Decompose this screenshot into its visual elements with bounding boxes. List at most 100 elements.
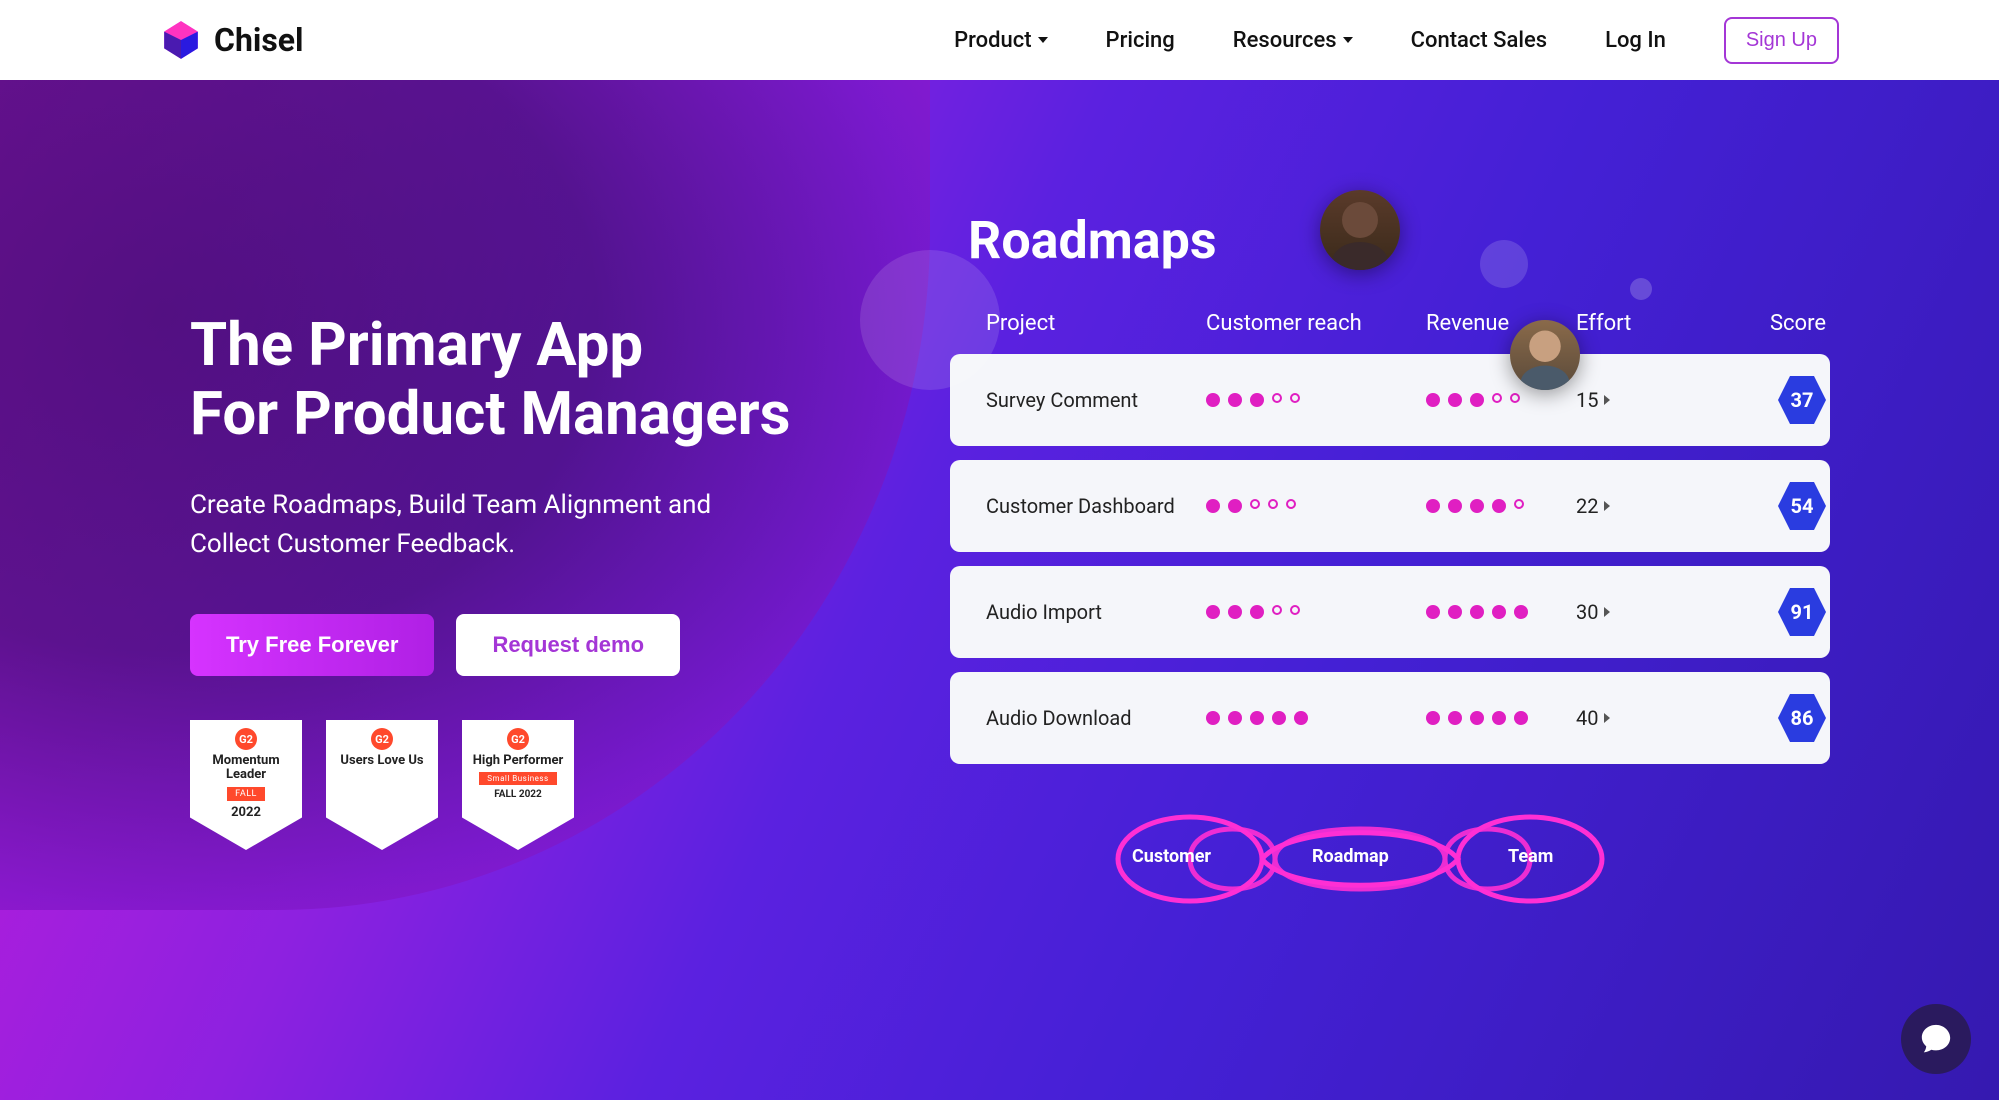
badge-momentum-leader: G2 Momentum Leader FALL 2022 — [190, 720, 302, 850]
site-header: Chisel Product Pricing Resources Contact… — [0, 0, 1999, 80]
rating-dot — [1470, 499, 1484, 513]
infinity-label-roadmap: Roadmap — [1312, 846, 1389, 867]
rating-dot — [1268, 499, 1278, 509]
cell-effort: 15 — [1576, 388, 1706, 412]
main-nav: Product Pricing Resources Contact Sales … — [954, 17, 1839, 64]
badge-year: FALL 2022 — [494, 789, 542, 800]
rating-dot — [1228, 393, 1242, 407]
col-header-effort: Effort — [1576, 311, 1706, 336]
hero-left: The Primary App For Product Managers Cre… — [190, 170, 890, 914]
rating-dot — [1426, 393, 1440, 407]
hero-subtitle: Create Roadmaps, Build Team Alignment an… — [190, 486, 790, 564]
avatar — [1510, 320, 1580, 390]
nav-product[interactable]: Product — [954, 28, 1047, 53]
rating-dot — [1206, 499, 1220, 513]
table-row[interactable]: Customer Dashboard 22 54 — [950, 460, 1830, 552]
cta-row: Try Free Forever Request demo — [190, 614, 890, 676]
g2-icon: G2 — [235, 728, 257, 750]
effort-value: 22 — [1576, 494, 1598, 518]
decorative-circle — [1630, 278, 1652, 300]
rating-dot — [1470, 393, 1484, 407]
rating-dot — [1492, 605, 1506, 619]
table-row[interactable]: Audio Import3091 — [950, 566, 1830, 658]
cell-customer-reach — [1206, 499, 1426, 513]
hero-title-line1: The Primary App — [190, 309, 643, 380]
chisel-logo-icon — [160, 19, 202, 61]
table-row[interactable]: Survey Comment 15 37 — [950, 354, 1830, 446]
rating-dot — [1228, 499, 1242, 513]
rating-dot — [1470, 605, 1484, 619]
rating-dot — [1426, 499, 1440, 513]
cell-revenue — [1426, 711, 1576, 725]
logo-text: Chisel — [214, 21, 304, 59]
rating-dot — [1206, 711, 1220, 725]
effort-value: 15 — [1576, 388, 1598, 412]
badge-users-love-us: G2 Users Love Us — [326, 720, 438, 850]
rating-dot — [1492, 499, 1506, 513]
rating-dot — [1510, 393, 1520, 403]
rating-dot — [1514, 605, 1528, 619]
rating-dot — [1294, 711, 1308, 725]
roadmaps-title: Roadmaps — [968, 210, 1899, 271]
cell-revenue — [1426, 499, 1576, 513]
rating-dot — [1426, 605, 1440, 619]
logo[interactable]: Chisel — [160, 19, 304, 61]
rating-dot — [1250, 711, 1264, 725]
cell-project: Survey Comment — [986, 388, 1206, 412]
nav-pricing-label: Pricing — [1106, 28, 1175, 53]
decorative-circle — [1480, 240, 1528, 288]
rating-dot — [1426, 711, 1440, 725]
rating-dot — [1272, 605, 1282, 615]
chevron-right-icon — [1604, 607, 1610, 617]
nav-contact-sales[interactable]: Contact Sales — [1411, 28, 1547, 53]
roadmaps-table: Project Customer reach Revenue Effort Sc… — [950, 311, 1830, 764]
cell-revenue — [1426, 605, 1576, 619]
signup-button[interactable]: Sign Up — [1724, 17, 1839, 64]
nav-login[interactable]: Log In — [1605, 28, 1666, 53]
nav-resources[interactable]: Resources — [1233, 28, 1353, 53]
rating-dot — [1250, 605, 1264, 619]
hero-section: The Primary App For Product Managers Cre… — [0, 80, 1999, 1100]
chevron-right-icon — [1604, 395, 1610, 405]
avatar — [1320, 190, 1400, 270]
rating-dot — [1470, 711, 1484, 725]
rating-dot — [1448, 711, 1462, 725]
rating-dot — [1272, 711, 1286, 725]
rating-dot — [1206, 393, 1220, 407]
table-row[interactable]: Audio Download4086 — [950, 672, 1830, 764]
rating-dot — [1272, 393, 1282, 403]
chat-widget-button[interactable] — [1901, 1004, 1971, 1074]
g2-icon: G2 — [507, 728, 529, 750]
rating-dot — [1448, 393, 1462, 407]
try-free-button[interactable]: Try Free Forever — [190, 614, 434, 676]
col-header-score: Score — [1706, 311, 1826, 336]
rating-dot — [1286, 499, 1296, 509]
chevron-down-icon — [1343, 37, 1353, 43]
badge-ribbon: Small Business — [479, 772, 556, 785]
rating-dot — [1250, 393, 1264, 407]
g2-icon: G2 — [371, 728, 393, 750]
rating-dot — [1290, 393, 1300, 403]
score-badge: 37 — [1778, 376, 1826, 424]
hero-title-line2: For Product Managers — [190, 378, 790, 449]
cell-project: Audio Download — [986, 706, 1206, 730]
rating-dot — [1206, 605, 1220, 619]
cell-project: Customer Dashboard — [986, 494, 1206, 518]
score-badge: 91 — [1778, 588, 1826, 636]
cell-revenue — [1426, 393, 1576, 407]
hero-title: The Primary App For Product Managers — [190, 310, 890, 448]
chevron-down-icon — [1038, 37, 1048, 43]
rating-dot — [1228, 711, 1242, 725]
chat-icon — [1919, 1022, 1953, 1056]
nav-product-label: Product — [954, 28, 1031, 53]
table-header-row: Project Customer reach Revenue Effort Sc… — [950, 311, 1830, 354]
chevron-right-icon — [1604, 713, 1610, 723]
rating-dot — [1448, 605, 1462, 619]
nav-pricing[interactable]: Pricing — [1106, 28, 1175, 53]
badge-ribbon: FALL — [227, 787, 265, 801]
badge-title: Users Love Us — [334, 754, 429, 768]
request-demo-button[interactable]: Request demo — [456, 614, 680, 676]
rating-dot — [1290, 605, 1300, 615]
badge-high-performer: G2 High Performer Small Business FALL 20… — [462, 720, 574, 850]
score-badge: 54 — [1778, 482, 1826, 530]
